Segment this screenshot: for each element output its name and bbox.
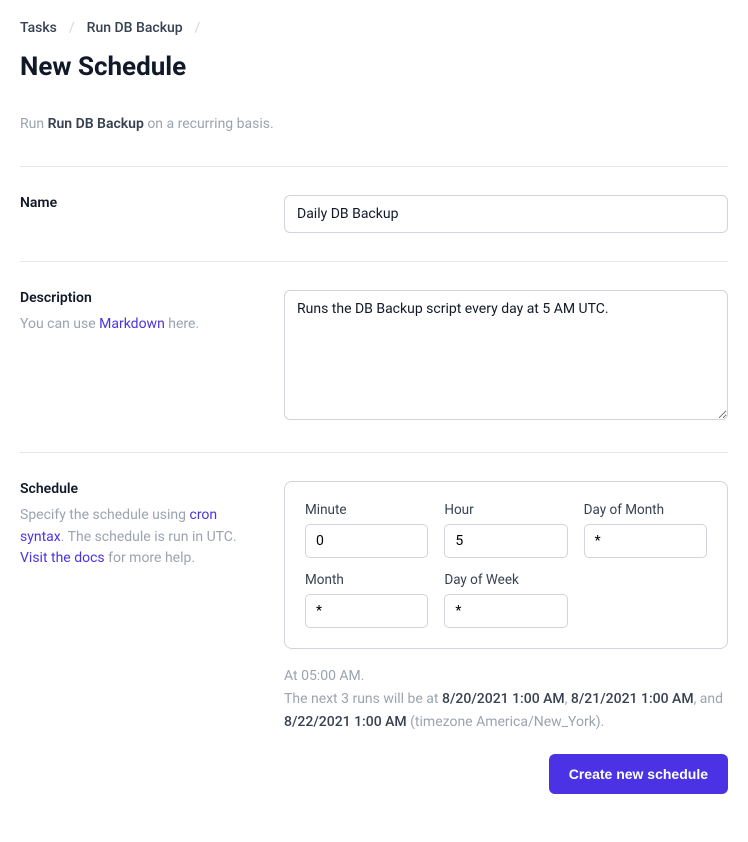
name-label: Name: [20, 195, 260, 211]
page-title: New Schedule: [20, 52, 728, 82]
month-label: Month: [305, 572, 428, 588]
hour-input[interactable]: [444, 524, 567, 558]
description-help: You can use Markdown here.: [20, 314, 260, 336]
schedule-help-prefix: Specify the schedule using: [20, 507, 190, 523]
schedule-label: Schedule: [20, 481, 260, 497]
schedule-help-suffix: for more help.: [105, 550, 195, 566]
hour-label: Hour: [444, 502, 567, 518]
day-of-month-label: Day of Month: [584, 502, 707, 518]
description-input[interactable]: Runs the DB Backup script every day at 5…: [284, 290, 728, 420]
schedule-summary: At 05:00 AM. The next 3 runs will be at …: [284, 665, 728, 734]
minute-input[interactable]: [305, 524, 428, 558]
next-run-2: 8/21/2021 1:00 AM: [571, 691, 694, 707]
intro-suffix: on a recurring basis.: [144, 116, 274, 132]
intro-prefix: Run: [20, 116, 48, 132]
month-input[interactable]: [305, 594, 428, 628]
name-section: Name: [20, 166, 728, 261]
description-help-prefix: You can use: [20, 316, 99, 332]
schedule-section: Schedule Specify the schedule using cron…: [20, 452, 728, 822]
schedule-help-mid: . The schedule is run in UTC.: [61, 529, 237, 545]
schedule-at: At 05:00 AM.: [284, 665, 728, 688]
visit-docs-link[interactable]: Visit the docs: [20, 550, 105, 566]
next-runs-prefix: The next 3 runs will be at: [284, 691, 442, 707]
breadcrumb: Tasks / Run DB Backup /: [20, 20, 728, 36]
next-runs-sep2: , and: [694, 691, 723, 707]
cron-box: Minute Hour Day of Month Month: [284, 481, 728, 649]
day-of-month-input[interactable]: [584, 524, 707, 558]
schedule-help: Specify the schedule using cron syntax. …: [20, 505, 260, 570]
name-input[interactable]: [284, 195, 728, 233]
description-label: Description: [20, 290, 260, 306]
day-of-week-input[interactable]: [444, 594, 567, 628]
minute-label: Minute: [305, 502, 428, 518]
create-schedule-button[interactable]: Create new schedule: [549, 754, 728, 794]
description-section: Description You can use Markdown here. R…: [20, 261, 728, 452]
description-help-suffix: here.: [165, 316, 199, 332]
breadcrumb-tasks[interactable]: Tasks: [20, 20, 57, 36]
breadcrumb-separator: /: [195, 20, 201, 36]
breadcrumb-separator: /: [69, 20, 75, 36]
next-run-3: 8/22/2021 1:00 AM: [284, 714, 407, 730]
intro-text: Run Run DB Backup on a recurring basis.: [20, 116, 728, 132]
next-run-1: 8/20/2021 1:00 AM: [442, 691, 565, 707]
timezone-note: (timezone America/New_York).: [407, 714, 605, 730]
breadcrumb-task-name[interactable]: Run DB Backup: [87, 20, 183, 36]
day-of-week-label: Day of Week: [444, 572, 567, 588]
actions: Create new schedule: [284, 754, 728, 794]
markdown-link[interactable]: Markdown: [99, 316, 165, 332]
intro-task-name: Run DB Backup: [48, 116, 144, 132]
